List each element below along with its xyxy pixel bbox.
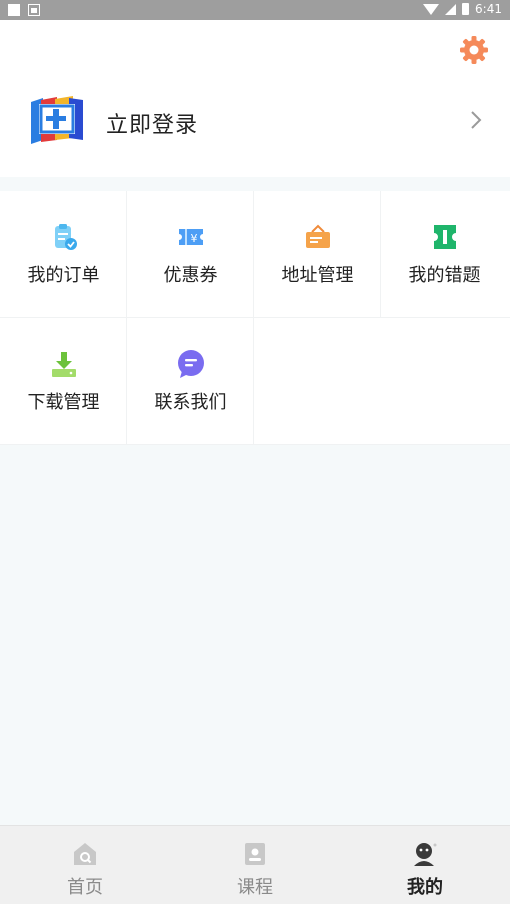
app-logo (31, 96, 83, 144)
wifi-icon (423, 3, 440, 15)
menu-item-contact-us[interactable]: 联系我们 (127, 318, 254, 445)
order-clipboard-icon (55, 224, 77, 250)
notification-app-icon (28, 4, 40, 16)
nav-label: 我的 (407, 877, 443, 898)
chevron-right-icon[interactable] (470, 110, 482, 130)
menu-empty-cell (254, 318, 510, 445)
menu-item-address-management[interactable]: 地址管理 (254, 191, 381, 318)
profile-icon (414, 843, 437, 866)
notification-icons (8, 4, 40, 16)
menu-label: 我的错题 (408, 265, 481, 286)
coupon-ticket-icon: ¥ (179, 229, 203, 245)
menu-label: 地址管理 (281, 265, 354, 286)
login-row[interactable]: 立即登录 (0, 90, 510, 152)
cellular-signal-icon (445, 3, 457, 15)
menu-label: 联系我们 (154, 392, 227, 413)
login-label[interactable]: 立即登录 (106, 107, 198, 139)
nav-label: 课程 (237, 877, 273, 898)
svg-text:¥: ¥ (191, 232, 198, 245)
chat-bubble-icon (178, 350, 204, 378)
download-icon (52, 352, 76, 377)
gear-icon[interactable] (459, 35, 489, 65)
course-book-icon (245, 843, 265, 865)
notification-square-icon (8, 4, 20, 16)
menu-label: 下载管理 (27, 392, 100, 413)
menu-label: 我的订单 (27, 265, 100, 286)
menu-label: 优惠券 (163, 265, 218, 286)
address-sign-icon (306, 224, 330, 248)
profile-header: 立即登录 (0, 20, 510, 177)
menu-grid: 我的订单 ¥ 优惠券 地址管理 我的错题 下载管理 联系我们 (0, 191, 510, 445)
menu-item-coupons[interactable]: ¥ 优惠券 (127, 191, 254, 318)
status-bar: 6:41 (0, 0, 510, 20)
battery-icon (462, 3, 470, 15)
system-status: 6:41 (423, 2, 502, 16)
nav-courses[interactable]: 课程 (170, 826, 340, 904)
nav-label: 首页 (67, 877, 103, 898)
menu-item-wrong-questions[interactable]: 我的错题 (381, 191, 510, 318)
menu-item-my-orders[interactable]: 我的订单 (0, 191, 127, 318)
home-icon (74, 843, 96, 865)
nav-mine[interactable]: 我的 (340, 826, 510, 904)
menu-item-download-management[interactable]: 下载管理 (0, 318, 127, 445)
bottom-nav: 首页 课程 我的 (0, 825, 510, 904)
nav-home[interactable]: 首页 (0, 826, 170, 904)
status-time: 6:41 (475, 2, 502, 16)
wrong-questions-icon (434, 225, 456, 249)
